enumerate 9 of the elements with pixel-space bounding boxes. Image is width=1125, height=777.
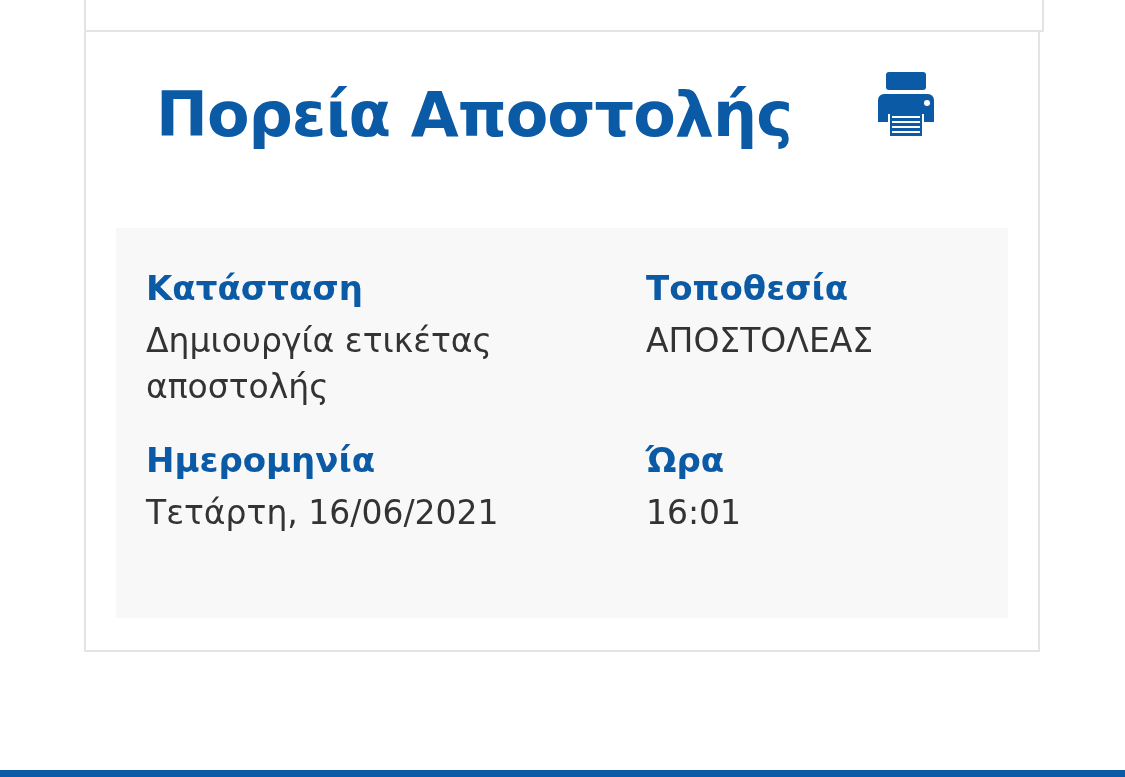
field-value: 16:01 <box>646 492 743 535</box>
field-value: Δημιουργία ετικέτας αποστολής <box>146 320 493 409</box>
field-value: Τετάρτη, 16/06/2021 <box>146 492 500 535</box>
card-title: Πορεία Αποστολής <box>156 78 792 151</box>
field-label: Κατάσταση <box>146 268 364 308</box>
field-label: Ώρα <box>646 440 726 481</box>
field-label: Ημερομηνία <box>146 440 377 481</box>
field-label: Τοποθεσία <box>646 268 850 308</box>
field-value: ΑΠΟΣΤΟΛΕΑΣ <box>646 320 875 362</box>
